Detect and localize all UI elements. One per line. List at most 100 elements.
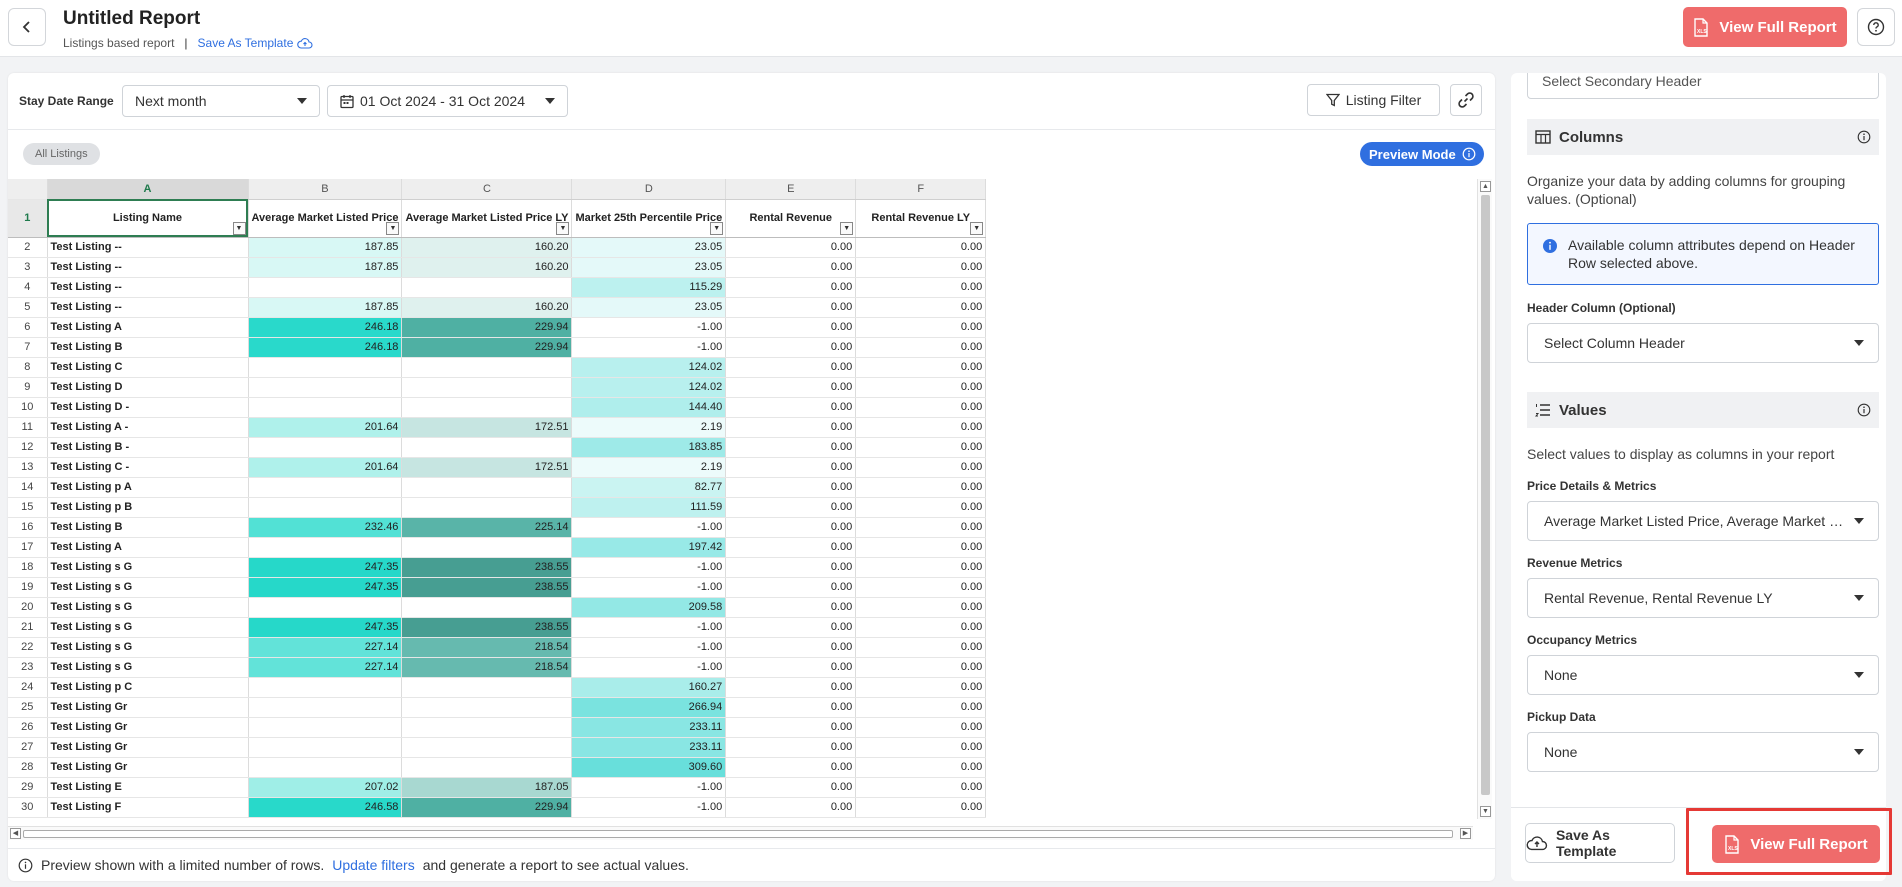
row-number[interactable]: 20 (8, 597, 48, 618)
rental-revenue-cell[interactable]: 0.00 (725, 397, 857, 418)
rental-revenue-cell[interactable]: 0.00 (725, 757, 857, 778)
rental-revenue-cell[interactable]: 0.00 (725, 617, 857, 638)
avg-market-price-ly-cell[interactable] (401, 437, 573, 458)
price-metrics-select[interactable]: Average Market Listed Price, Average Mar… (1527, 501, 1879, 541)
column-filter-dropdown-icon[interactable]: ▼ (840, 221, 854, 235)
scroll-up-arrow-icon[interactable]: ▲ (1480, 181, 1491, 192)
info-icon[interactable] (1857, 130, 1871, 144)
avg-market-price-cell[interactable]: 201.64 (248, 417, 403, 438)
avg-market-price-cell[interactable] (248, 697, 403, 718)
rental-revenue-ly-cell[interactable]: 0.00 (855, 697, 987, 718)
rental-revenue-ly-cell[interactable]: 0.00 (855, 357, 987, 378)
market-25th-price-cell[interactable]: 2.19 (571, 457, 727, 478)
rental-revenue-cell[interactable]: 0.00 (725, 637, 857, 658)
rental-revenue-cell[interactable]: 0.00 (725, 277, 857, 298)
avg-market-price-cell[interactable]: 246.58 (248, 797, 403, 818)
rental-revenue-ly-cell[interactable]: 0.00 (855, 497, 987, 518)
listing-name-cell[interactable]: Test Listing Gr (47, 757, 249, 778)
column-letter-d[interactable]: D (571, 179, 727, 200)
rental-revenue-cell[interactable]: 0.00 (725, 537, 857, 558)
rental-revenue-ly-cell[interactable]: 0.00 (855, 617, 987, 638)
rental-revenue-ly-cell[interactable]: 0.00 (855, 337, 987, 358)
avg-market-price-cell[interactable] (248, 437, 403, 458)
avg-market-price-ly-cell[interactable] (401, 597, 573, 618)
avg-market-price-cell[interactable]: 246.18 (248, 317, 403, 338)
date-range-select[interactable]: Next month (122, 85, 320, 117)
avg-market-price-cell[interactable]: 247.35 (248, 577, 403, 598)
row-number[interactable]: 18 (8, 557, 48, 578)
avg-market-price-ly-cell[interactable] (401, 277, 573, 298)
listing-name-cell[interactable]: Test Listing p B (47, 497, 249, 518)
help-button[interactable] (1857, 8, 1895, 46)
rental-revenue-cell[interactable]: 0.00 (725, 377, 857, 398)
rental-revenue-cell[interactable]: 0.00 (725, 657, 857, 678)
avg-market-price-ly-cell[interactable]: 229.94 (401, 317, 573, 338)
rental-revenue-ly-cell[interactable]: 0.00 (855, 537, 987, 558)
row-number[interactable]: 23 (8, 657, 48, 678)
row-number[interactable]: 17 (8, 537, 48, 558)
avg-market-price-ly-cell[interactable] (401, 397, 573, 418)
rental-revenue-cell[interactable]: 0.00 (725, 337, 857, 358)
rental-revenue-cell[interactable]: 0.00 (725, 677, 857, 698)
listing-name-cell[interactable]: Test Listing -- (47, 237, 249, 258)
rental-revenue-cell[interactable]: 0.00 (725, 597, 857, 618)
listing-name-cell[interactable]: Test Listing -- (47, 257, 249, 278)
rental-revenue-ly-cell[interactable]: 0.00 (855, 737, 987, 758)
scroll-left-arrow-icon[interactable]: ◀ (10, 828, 21, 839)
market-25th-price-cell[interactable]: -1.00 (571, 557, 727, 578)
horizontal-scroll-thumb[interactable] (23, 830, 1453, 838)
header-column-select[interactable]: Select Column Header (1527, 323, 1879, 363)
avg-market-price-cell[interactable]: 187.85 (248, 297, 403, 318)
listing-name-cell[interactable]: Test Listing s G (47, 557, 249, 578)
share-link-button[interactable] (1450, 84, 1482, 116)
listing-filter-button[interactable]: Listing Filter (1307, 84, 1440, 116)
row-number[interactable]: 26 (8, 717, 48, 738)
row-number[interactable]: 6 (8, 317, 48, 338)
listing-name-cell[interactable]: Test Listing p C (47, 677, 249, 698)
listing-name-cell[interactable]: Test Listing s G (47, 577, 249, 598)
row-number[interactable]: 30 (8, 797, 48, 818)
rental-revenue-ly-cell[interactable]: 0.00 (855, 237, 987, 258)
row-number[interactable]: 11 (8, 417, 48, 438)
rental-revenue-cell[interactable]: 0.00 (725, 577, 857, 598)
avg-market-price-ly-cell[interactable]: 238.55 (401, 557, 573, 578)
rental-revenue-cell[interactable]: 0.00 (725, 477, 857, 498)
revenue-metrics-select[interactable]: Rental Revenue, Rental Revenue LY (1527, 578, 1879, 618)
rental-revenue-cell[interactable]: 0.00 (725, 457, 857, 478)
rental-revenue-cell[interactable]: 0.00 (725, 417, 857, 438)
avg-market-price-ly-cell[interactable]: 229.94 (401, 797, 573, 818)
avg-market-price-cell[interactable] (248, 677, 403, 698)
avg-market-price-cell[interactable]: 232.46 (248, 517, 403, 538)
market-25th-price-cell[interactable]: 124.02 (571, 377, 727, 398)
listing-name-cell[interactable]: Test Listing A - (47, 417, 249, 438)
avg-market-price-cell[interactable]: 201.64 (248, 457, 403, 478)
listing-name-cell[interactable]: Test Listing -- (47, 277, 249, 298)
header-cell-listing-name[interactable]: Listing Name ▼ (47, 199, 249, 238)
rental-revenue-ly-cell[interactable]: 0.00 (855, 437, 987, 458)
column-filter-dropdown-icon[interactable]: ▼ (556, 221, 570, 235)
rental-revenue-cell[interactable]: 0.00 (725, 777, 857, 798)
listing-name-cell[interactable]: Test Listing B (47, 337, 249, 358)
listing-name-cell[interactable]: Test Listing A (47, 317, 249, 338)
rental-revenue-ly-cell[interactable]: 0.00 (855, 597, 987, 618)
column-letter-f[interactable]: F (855, 179, 987, 200)
row-number[interactable]: 13 (8, 457, 48, 478)
avg-market-price-ly-cell[interactable] (401, 697, 573, 718)
rental-revenue-cell[interactable]: 0.00 (725, 797, 857, 818)
row-number[interactable]: 5 (8, 297, 48, 318)
rental-revenue-ly-cell[interactable]: 0.00 (855, 637, 987, 658)
market-25th-price-cell[interactable]: 197.42 (571, 537, 727, 558)
market-25th-price-cell[interactable]: 144.40 (571, 397, 727, 418)
spreadsheet-grid[interactable]: A B C D E F 1 Listing Name ▼ Average Mark… (8, 179, 1495, 819)
market-25th-price-cell[interactable]: 82.77 (571, 477, 727, 498)
rental-revenue-cell[interactable]: 0.00 (725, 357, 857, 378)
avg-market-price-cell[interactable] (248, 397, 403, 418)
market-25th-price-cell[interactable]: -1.00 (571, 797, 727, 818)
avg-market-price-ly-cell[interactable] (401, 677, 573, 698)
secondary-header-select[interactable]: Select Secondary Header (1527, 73, 1879, 99)
row-number[interactable]: 22 (8, 637, 48, 658)
market-25th-price-cell[interactable]: 309.60 (571, 757, 727, 778)
rental-revenue-ly-cell[interactable]: 0.00 (855, 777, 987, 798)
rental-revenue-cell[interactable]: 0.00 (725, 697, 857, 718)
save-as-template-button[interactable]: Save As Template (1525, 823, 1675, 863)
